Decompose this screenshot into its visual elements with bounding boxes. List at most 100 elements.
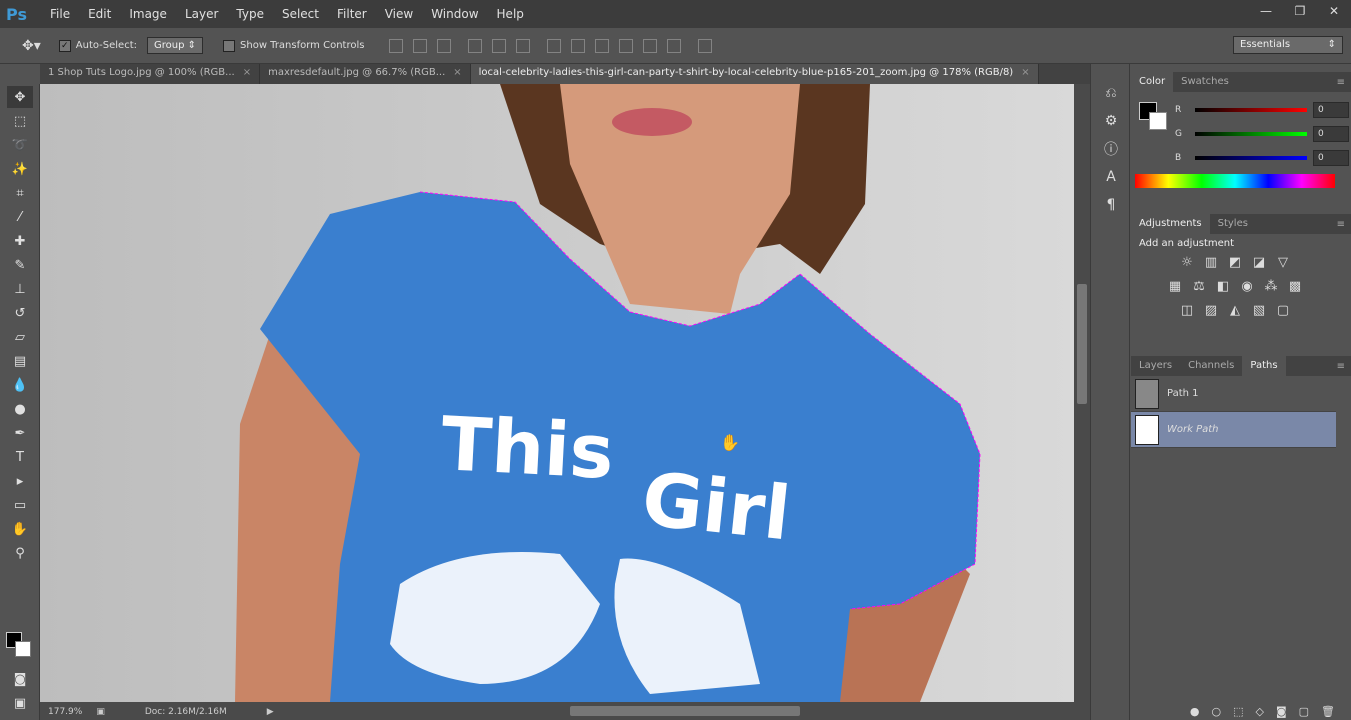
lasso-tool-icon[interactable]: ➰ (7, 134, 33, 156)
invert-icon[interactable]: ◫ (1178, 303, 1196, 318)
autoselect-dropdown[interactable]: Group ⇕ (147, 37, 204, 54)
document-canvas[interactable]: This Girl ✋ (40, 84, 1074, 702)
distribute-left-icon[interactable] (619, 38, 634, 53)
close-button[interactable]: ✕ (1317, 0, 1351, 22)
distribute-top-icon[interactable] (547, 38, 562, 53)
autoselect-checkbox[interactable]: ✓ (58, 39, 76, 52)
exposure-icon[interactable]: ◪ (1250, 255, 1268, 270)
horizontal-scroll-thumb[interactable] (570, 706, 800, 716)
eraser-tool-icon[interactable]: ▱ (7, 326, 33, 348)
marquee-tool-icon[interactable]: ⬚ (7, 110, 33, 132)
panel-menu-icon[interactable]: ≡ (1337, 219, 1345, 230)
menu-type[interactable]: Type (236, 7, 264, 21)
distribute-right-icon[interactable] (667, 38, 682, 53)
align-top-icon[interactable] (389, 38, 404, 53)
bg-color-chip[interactable] (1149, 112, 1167, 130)
fill-path-icon[interactable]: ● (1190, 705, 1200, 718)
history-icon[interactable]: ⎌ (1099, 82, 1123, 104)
shape-tool-icon[interactable]: ▭ (7, 494, 33, 516)
add-mask-icon[interactable]: ◙ (1276, 705, 1287, 718)
brightness-icon[interactable]: ☼ (1178, 255, 1196, 270)
align-hcenter-icon[interactable] (492, 38, 507, 53)
align-right-icon[interactable] (516, 38, 531, 53)
status-menu-arrow-icon[interactable]: ▶ (267, 707, 274, 717)
menu-select[interactable]: Select (282, 7, 319, 21)
color-balance-icon[interactable]: ⚖ (1190, 279, 1208, 294)
tab-styles[interactable]: Styles (1210, 214, 1256, 234)
vertical-scrollbar[interactable] (1074, 84, 1090, 702)
new-path-icon[interactable]: ▢ (1299, 705, 1309, 718)
black-white-icon[interactable]: ◧ (1214, 279, 1232, 294)
menu-help[interactable]: Help (497, 7, 524, 21)
eyedropper-tool-icon[interactable]: ⁄ (7, 206, 33, 228)
hue-saturation-icon[interactable]: ▦ (1166, 279, 1184, 294)
zoom-tool-icon[interactable]: ⚲ (7, 542, 33, 564)
b-value[interactable]: 0 (1313, 150, 1349, 166)
vertical-scroll-thumb[interactable] (1077, 284, 1087, 404)
tab-close-icon[interactable]: × (1021, 67, 1029, 78)
magic-wand-tool-icon[interactable]: ✨ (7, 158, 33, 180)
gradient-map-icon[interactable]: ▧ (1250, 303, 1268, 318)
align-vcenter-icon[interactable] (413, 38, 428, 53)
menu-filter[interactable]: Filter (337, 7, 367, 21)
pen-tool-icon[interactable]: ✒ (7, 422, 33, 444)
tab-shop-tuts-logo[interactable]: 1 Shop Tuts Logo.jpg @ 100% (RGB... × (40, 64, 261, 84)
distribute-bottom-icon[interactable] (595, 38, 610, 53)
color-spectrum[interactable] (1135, 174, 1335, 188)
tab-paths[interactable]: Paths (1242, 356, 1286, 376)
blur-tool-icon[interactable]: 💧 (7, 374, 33, 396)
make-work-path-icon[interactable]: ◇ (1255, 705, 1263, 718)
auto-align-icon[interactable] (698, 38, 713, 53)
tab-channels[interactable]: Channels (1180, 356, 1242, 376)
restore-button[interactable]: ❐ (1283, 0, 1317, 22)
distribute-hcenter-icon[interactable] (643, 38, 658, 53)
move-tool-icon[interactable]: ✥ (7, 86, 33, 108)
character-icon[interactable]: A (1099, 166, 1123, 188)
g-slider[interactable] (1195, 132, 1307, 136)
dodge-tool-icon[interactable]: ● (7, 398, 33, 420)
stroke-path-icon[interactable]: ○ (1211, 705, 1221, 718)
channel-mixer-icon[interactable]: ⁂ (1262, 279, 1280, 294)
tab-layers[interactable]: Layers (1131, 356, 1180, 376)
panel-menu-icon[interactable]: ≡ (1337, 77, 1345, 88)
panel-menu-icon[interactable]: ≡ (1337, 361, 1345, 372)
screen-mode-icon[interactable]: ▣ (7, 692, 33, 714)
hand-tool-icon[interactable]: ✋ (7, 518, 33, 540)
path-selection-tool-icon[interactable]: ▸ (7, 470, 33, 492)
vibrance-icon[interactable]: ▽ (1274, 255, 1292, 270)
brush-tool-icon[interactable]: ✎ (7, 254, 33, 276)
tab-swatches[interactable]: Swatches (1173, 72, 1237, 92)
tab-maxresdefault[interactable]: maxresdefault.jpg @ 66.7% (RGB... × (260, 64, 471, 84)
gradient-tool-icon[interactable]: ▤ (7, 350, 33, 372)
history-brush-tool-icon[interactable]: ↺ (7, 302, 33, 324)
workspace-dropdown[interactable]: Essentials ⇕ (1233, 36, 1343, 54)
background-color-swatch[interactable] (15, 641, 31, 657)
levels-icon[interactable]: ▥ (1202, 255, 1220, 270)
move-tool-preset-icon[interactable]: ✥▾ (22, 38, 41, 54)
transform-checkbox[interactable] (223, 39, 240, 52)
threshold-icon[interactable]: ◭ (1226, 303, 1244, 318)
menu-file[interactable]: File (50, 7, 70, 21)
align-left-icon[interactable] (468, 38, 483, 53)
menu-view[interactable]: View (385, 7, 413, 21)
tab-adjustments[interactable]: Adjustments (1131, 214, 1210, 234)
tab-close-icon[interactable]: × (243, 67, 251, 78)
healing-brush-tool-icon[interactable]: ✚ (7, 230, 33, 252)
tab-local-celebrity[interactable]: local-celebrity-ladies-this-girl-can-par… (470, 64, 1039, 84)
photo-filter-icon[interactable]: ◉ (1238, 279, 1256, 294)
selective-color-icon[interactable]: ▢ (1274, 303, 1292, 318)
align-bottom-icon[interactable] (437, 38, 452, 53)
trash-icon[interactable]: 🗑 (1321, 705, 1335, 718)
menu-window[interactable]: Window (431, 7, 478, 21)
quick-mask-icon[interactable]: ◙ (7, 668, 33, 690)
path-row[interactable]: Path 1 (1131, 376, 1336, 412)
b-slider[interactable] (1195, 156, 1307, 160)
load-selection-icon[interactable]: ⬚ (1233, 705, 1243, 718)
path-row-selected[interactable]: Work Path (1131, 412, 1336, 448)
zoom-level[interactable]: 177.9% (48, 707, 82, 717)
menu-edit[interactable]: Edit (88, 7, 111, 21)
tab-color[interactable]: Color (1131, 72, 1174, 92)
posterize-icon[interactable]: ▨ (1202, 303, 1220, 318)
paragraph-icon[interactable]: ¶ (1099, 194, 1123, 216)
r-value[interactable]: 0 (1313, 102, 1349, 118)
